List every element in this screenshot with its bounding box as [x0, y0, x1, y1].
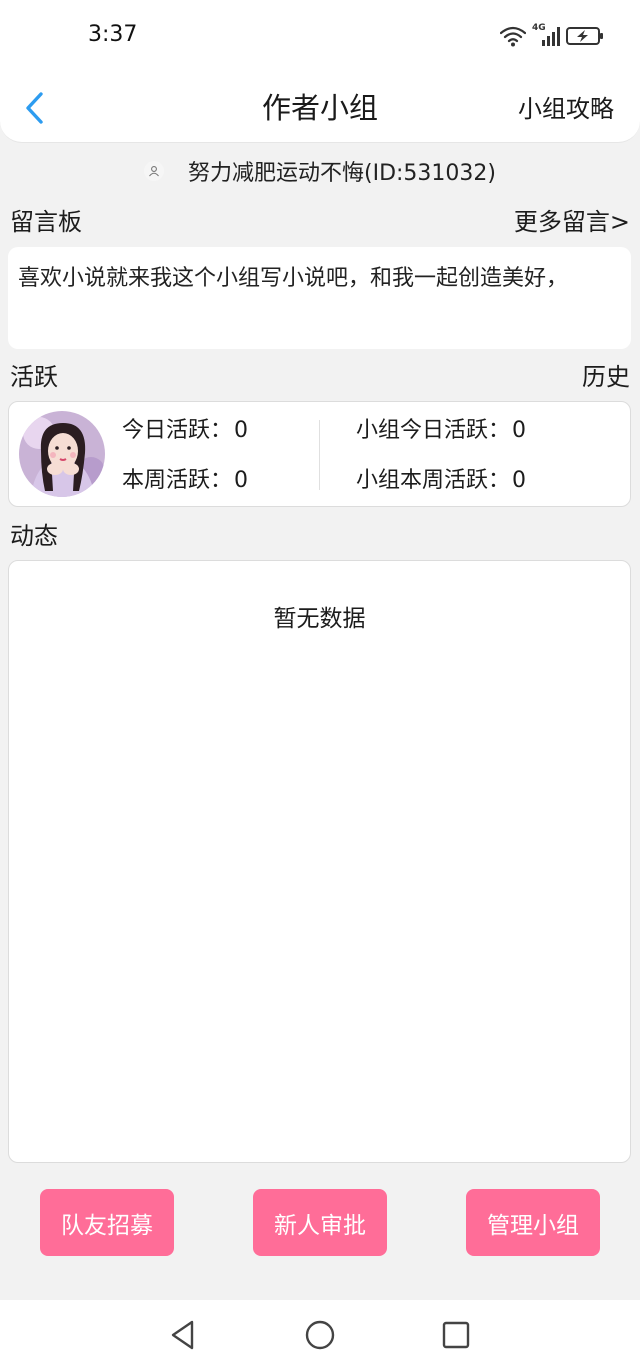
- wifi-icon: [500, 26, 526, 47]
- group-today-activity-label: 小组今日活跃：: [356, 418, 511, 443]
- status-icons: 4G: [500, 23, 604, 48]
- today-activity-value: 0: [234, 418, 249, 443]
- today-activity: 今日活跃：0: [122, 416, 248, 446]
- group-week-activity-value: 0: [512, 468, 527, 493]
- feed-empty-text: 暂无数据: [273, 606, 366, 632]
- top-panel: 3:37 4G 作者小组 小组攻略: [0, 0, 640, 143]
- group-guide-link[interactable]: 小组攻略: [518, 92, 614, 126]
- home-circle-icon[interactable]: [304, 1318, 336, 1352]
- status-time: 3:37: [88, 22, 138, 47]
- message-text: 喜欢小说就来我这个小组写小说吧，和我一起创造美好，: [18, 266, 569, 291]
- more-messages-link[interactable]: 更多留言>: [514, 207, 630, 237]
- group-name: 努力减肥运动不悔(ID:531032): [188, 161, 496, 186]
- message-board-card[interactable]: 喜欢小说就来我这个小组写小说吧，和我一起创造美好，: [8, 247, 631, 349]
- recruit-teammates-button[interactable]: 队友招募: [40, 1189, 174, 1256]
- group-name-line: 努力减肥运动不悔(ID:531032): [0, 153, 640, 189]
- activity-card: 今日活跃：0 本周活跃：0 小组今日活跃：0 小组本周活跃：0: [8, 401, 631, 507]
- back-triangle-icon[interactable]: [168, 1318, 198, 1352]
- user-icon: [144, 161, 164, 181]
- activity-heading: 活跃: [10, 363, 58, 391]
- week-activity-value: 0: [234, 468, 249, 493]
- approve-newcomers-button[interactable]: 新人审批: [253, 1189, 387, 1256]
- cellular-signal-icon: 4G: [532, 23, 560, 47]
- feed-card[interactable]: 暂无数据: [8, 560, 631, 1163]
- group-week-activity-label: 小组本周活跃：: [356, 468, 511, 493]
- group-today-activity-value: 0: [512, 418, 527, 443]
- battery-charging-icon: [566, 27, 603, 45]
- week-activity-label: 本周活跃：: [122, 468, 233, 493]
- avatar[interactable]: [19, 411, 105, 497]
- feed-heading: 动态: [10, 522, 58, 550]
- activity-divider: [319, 420, 320, 490]
- today-activity-label: 今日活跃：: [122, 418, 233, 443]
- system-navigation-bar: [0, 1300, 640, 1370]
- recents-square-icon[interactable]: [441, 1318, 471, 1352]
- group-week-activity: 小组本周活跃：0: [356, 466, 526, 496]
- week-activity: 本周活跃：0: [122, 466, 248, 496]
- back-chevron-icon[interactable]: [20, 88, 50, 128]
- group-today-activity: 小组今日活跃：0: [356, 416, 526, 446]
- manage-group-button[interactable]: 管理小组: [466, 1189, 600, 1256]
- message-board-heading: 留言板: [10, 208, 82, 236]
- history-link[interactable]: 历史: [582, 362, 630, 392]
